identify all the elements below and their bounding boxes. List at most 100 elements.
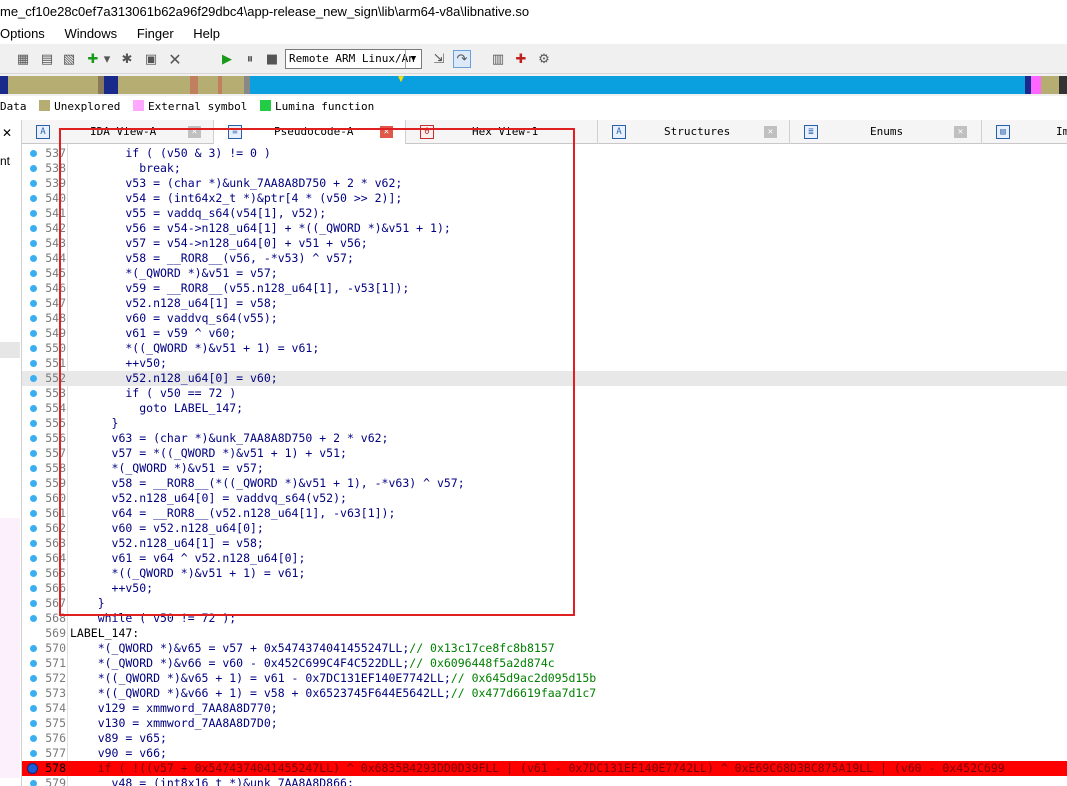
line-marker-icon[interactable]: [30, 420, 37, 427]
code-line[interactable]: 559 v58 = __ROR8__(*((_QWORD *)&v51 + 1)…: [22, 476, 1067, 491]
code-line[interactable]: 569 LABEL_147:: [22, 626, 1067, 641]
line-marker-icon[interactable]: [30, 570, 37, 577]
dropdown-icon[interactable]: ▾: [102, 50, 112, 68]
code-line[interactable]: 558 *(_QWORD *)&v51 = v57;: [22, 461, 1067, 476]
code-line[interactable]: 537 if ( (v50 & 3) != 0 ): [22, 146, 1067, 161]
close-icon[interactable]: ✕: [2, 126, 12, 140]
line-marker-icon[interactable]: [30, 615, 37, 622]
panel-selected-row[interactable]: [0, 342, 20, 358]
line-marker-icon[interactable]: [30, 360, 37, 367]
line-marker-icon[interactable]: [30, 405, 37, 412]
close-icon[interactable]: ✕: [188, 126, 201, 138]
code-area[interactable]: 537 if ( (v50 & 3) != 0 ) 538 break; 539 v…: [22, 144, 1067, 786]
line-marker-icon[interactable]: [30, 195, 37, 202]
stop-icon[interactable]: ■: [263, 50, 281, 68]
code-line[interactable]: 546 v59 = __ROR8__(v55.n128_u64[1], -v53…: [22, 281, 1067, 296]
line-marker-icon[interactable]: [30, 255, 37, 262]
code-line[interactable]: 571 *(_QWORD *)&v66 = v60 - 0x452C699C4F…: [22, 656, 1067, 671]
tab-enums[interactable]: ≣ Enums ✕: [790, 120, 982, 144]
line-marker-icon[interactable]: [30, 210, 37, 217]
code-line[interactable]: 568 while ( v50 != 72 );: [22, 611, 1067, 626]
tab-pseudocode[interactable]: ≡ Pseudocode-A ✕: [214, 120, 406, 144]
line-marker-icon[interactable]: [30, 435, 37, 442]
code-line[interactable]: 561 v64 = __ROR8__(v52.n128_u64[1], -v63…: [22, 506, 1067, 521]
line-marker-icon[interactable]: [30, 165, 37, 172]
line-marker-icon[interactable]: [30, 495, 37, 502]
line-marker-icon[interactable]: [30, 675, 37, 682]
code-line[interactable]: 548 v60 = vaddvq_s64(v55);: [22, 311, 1067, 326]
close-icon[interactable]: ✕: [380, 126, 393, 138]
line-marker-icon[interactable]: [30, 330, 37, 337]
code-line[interactable]: 545 *(_QWORD *)&v51 = v57;: [22, 266, 1067, 281]
line-marker-icon[interactable]: [30, 300, 37, 307]
code-line[interactable]: 552 v52.n128_u64[0] = v60;: [22, 371, 1067, 386]
code-line[interactable]: 566 ++v50;: [22, 581, 1067, 596]
line-marker-icon[interactable]: [30, 345, 37, 352]
code-line[interactable]: 579 v48 = (int8x16_t *)&unk_7AA8A8D866;: [22, 776, 1067, 786]
code-line[interactable]: 541 v55 = vaddq_s64(v54[1], v52);: [22, 206, 1067, 221]
code-line[interactable]: 555 }: [22, 416, 1067, 431]
code-line[interactable]: 567 }: [22, 596, 1067, 611]
code-line[interactable]: 570 *(_QWORD *)&v65 = v57 + 0x5474374041…: [22, 641, 1067, 656]
line-marker-icon[interactable]: [30, 465, 37, 472]
code-line[interactable]: 550 *((_QWORD *)&v51 + 1) = v61;: [22, 341, 1067, 356]
line-marker-icon[interactable]: [30, 540, 37, 547]
pause-icon[interactable]: ⏸: [241, 50, 259, 68]
menu-finger[interactable]: Finger: [137, 24, 174, 44]
step-into-icon[interactable]: ⇲: [430, 50, 448, 68]
compile-icon[interactable]: ✱: [118, 50, 136, 68]
line-marker-icon[interactable]: [30, 375, 37, 382]
line-marker-icon[interactable]: [30, 315, 37, 322]
code-line[interactable]: 540 v54 = (int64x2_t *)&ptr[4 * (v50 >> …: [22, 191, 1067, 206]
line-marker-icon[interactable]: [30, 180, 37, 187]
line-marker-icon[interactable]: [30, 390, 37, 397]
code-line[interactable]: 576 v89 = v65;: [22, 731, 1067, 746]
line-marker-icon[interactable]: [30, 510, 37, 517]
line-marker-icon[interactable]: [30, 270, 37, 277]
close-icon[interactable]: ✕: [954, 126, 967, 138]
line-marker-icon[interactable]: [30, 555, 37, 562]
step-over-icon[interactable]: ↷: [453, 50, 471, 68]
tab-structures[interactable]: A Structures ✕: [598, 120, 790, 144]
menu-help[interactable]: Help: [193, 24, 220, 44]
code-line[interactable]: 564 v61 = v64 ^ v52.n128_u64[0];: [22, 551, 1067, 566]
line-marker-icon[interactable]: [30, 450, 37, 457]
line-marker-icon[interactable]: [30, 240, 37, 247]
line-marker-icon[interactable]: [30, 720, 37, 727]
code-line[interactable]: 544 v58 = __ROR8__(v56, -*v53) ^ v57;: [22, 251, 1067, 266]
code-line[interactable]: 554 goto LABEL_147;: [22, 401, 1067, 416]
tab-hex-view[interactable]: 0 Hex View-1: [406, 120, 598, 144]
play-icon[interactable]: ▶: [218, 50, 236, 68]
code-line[interactable]: 572 *((_QWORD *)&v65 + 1) = v61 - 0x7DC1…: [22, 671, 1067, 686]
patch-icon[interactable]: ▣: [142, 50, 160, 68]
code-line[interactable]: 575 v130 = xmmword_7AA8A8D7D0;: [22, 716, 1067, 731]
code-line[interactable]: 578 if ( !((v57 + 0x5474374041455247LL) …: [22, 761, 1067, 776]
settings-icon[interactable]: ⚙: [535, 50, 553, 68]
tab-imports[interactable]: ▤ Im: [982, 120, 1067, 144]
code-line[interactable]: 574 v129 = xmmword_7AA8A8D770;: [22, 701, 1067, 716]
code-line[interactable]: 565 *((_QWORD *)&v51 + 1) = v61;: [22, 566, 1067, 581]
code-line[interactable]: 573 *((_QWORD *)&v66 + 1) = v58 + 0x6523…: [22, 686, 1067, 701]
code-line[interactable]: 562 v60 = v52.n128_u64[0];: [22, 521, 1067, 536]
line-marker-icon[interactable]: [30, 660, 37, 667]
line-marker-icon[interactable]: [30, 780, 37, 786]
code-line[interactable]: 563 v52.n128_u64[1] = v58;: [22, 536, 1067, 551]
tree-icon[interactable]: ▤: [38, 50, 56, 68]
code-line[interactable]: 556 v63 = (char *)&unk_7AA8A8D750 + 2 * …: [22, 431, 1067, 446]
line-marker-icon[interactable]: [30, 525, 37, 532]
code-line[interactable]: 553 if ( v50 == 72 ): [22, 386, 1067, 401]
notes-icon[interactable]: ▥: [489, 50, 507, 68]
line-marker-icon[interactable]: [30, 690, 37, 697]
plugin-add-icon[interactable]: ✚: [84, 50, 102, 68]
line-marker-icon[interactable]: [30, 225, 37, 232]
functions-panel[interactable]: ✕ nt: [0, 120, 22, 786]
code-line[interactable]: 538 break;: [22, 161, 1067, 176]
graph-icon[interactable]: ▦: [14, 50, 32, 68]
debugger-select[interactable]: Remote ARM Linux/An ▼: [285, 49, 422, 69]
breakpoint-icon[interactable]: [27, 763, 38, 774]
code-line[interactable]: 547 v52.n128_u64[1] = v58;: [22, 296, 1067, 311]
code-line[interactable]: 542 v56 = v54->n128_u64[1] + *((_QWORD *…: [22, 221, 1067, 236]
close-icon[interactable]: ✕: [764, 126, 777, 138]
line-marker-icon[interactable]: [30, 285, 37, 292]
line-marker-icon[interactable]: [30, 735, 37, 742]
